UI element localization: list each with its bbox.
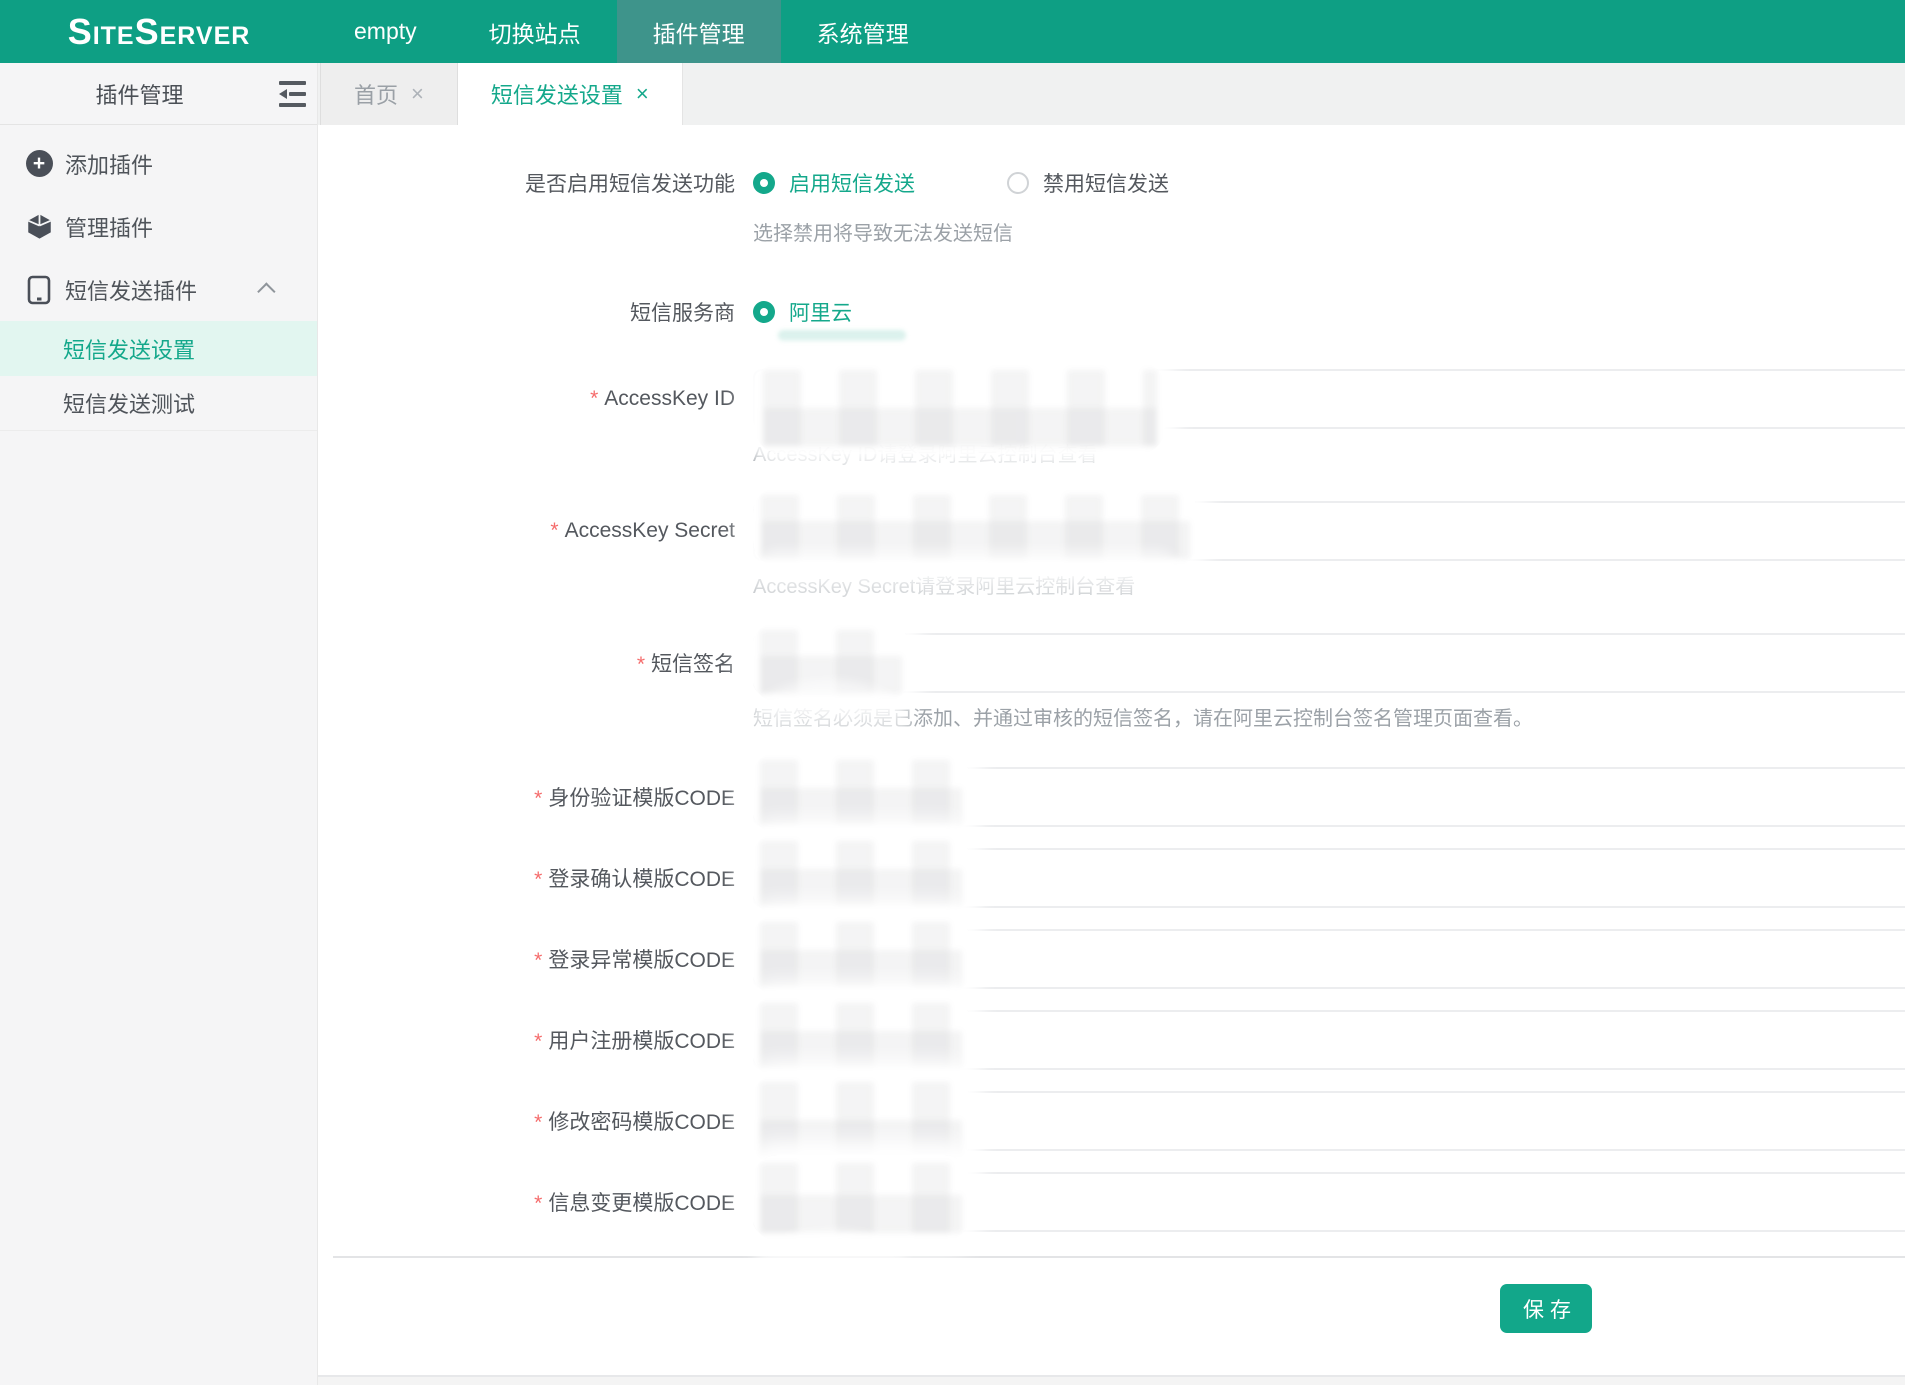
field-label: *登录确认模版CODE	[318, 863, 735, 893]
form-row-provider: 短信服务商 阿里云	[318, 282, 1905, 342]
form-row-identity-code: *身份验证模版CODE	[318, 767, 1905, 827]
redaction-blob	[752, 1155, 970, 1241]
field-label: *身份验证模版CODE	[318, 782, 735, 812]
sms-signature-input[interactable]	[753, 633, 1905, 693]
required-marker: *	[534, 1111, 542, 1134]
field-label: *AccessKey Secret	[318, 519, 735, 543]
sidebar-item-manage-plugin[interactable]: 管理插件	[0, 195, 317, 258]
tab-label: 短信发送设置	[491, 78, 623, 110]
field-label: 是否启用短信发送功能	[318, 168, 735, 198]
radio-label: 阿里云	[789, 297, 852, 327]
redaction-blob	[752, 995, 970, 1077]
radio-enable-sms[interactable]: 启用短信发送	[753, 168, 915, 198]
field-label: *修改密码模版CODE	[318, 1106, 735, 1136]
redaction-blob	[757, 1238, 905, 1314]
required-marker: *	[637, 653, 645, 676]
required-marker: *	[534, 949, 542, 972]
form-row-login-abnormal-code: *登录异常模版CODE	[318, 929, 1905, 989]
nav-item-system-management[interactable]: 系统管理	[781, 0, 945, 63]
tab-label: 首页	[354, 78, 398, 110]
sidebar-menu: + 添加插件 管理插件 短信发送插件 短信发送设置	[0, 125, 317, 431]
required-marker: *	[534, 1030, 542, 1053]
siteserver-logo-text: SITESERVER	[68, 11, 251, 53]
radio-checked-icon[interactable]	[753, 301, 775, 323]
required-marker: *	[534, 868, 542, 891]
radio-checked-icon[interactable]	[753, 172, 775, 194]
collapse-bar	[279, 103, 306, 107]
field-label: *信息变更模版CODE	[318, 1187, 735, 1217]
chevron-up-icon[interactable]	[257, 282, 275, 300]
sidebar-subitem-sms-settings[interactable]: 短信发送设置	[0, 321, 317, 376]
sidebar-subitem-label: 短信发送设置	[63, 333, 195, 365]
redaction-blob	[753, 487, 1198, 567]
main-content: 是否启用短信发送功能 启用短信发送 禁用短信发送 选择禁用将导致无法发送短信 短…	[318, 125, 1905, 1385]
collapse-bar	[279, 81, 306, 85]
nav-menu: empty 切换站点 插件管理 系统管理	[318, 0, 945, 63]
cube-icon	[25, 213, 53, 240]
sidebar-item-add-plugin[interactable]: + 添加插件	[0, 132, 317, 195]
sidebar-subitem-label: 短信发送测试	[63, 387, 195, 419]
helper-text-enable: 选择禁用将导致无法发送短信	[753, 217, 1905, 246]
sidebar-collapse-icon[interactable]	[279, 81, 306, 107]
tab-home[interactable]: 首页 ×	[320, 63, 458, 125]
redaction-blob	[752, 914, 970, 996]
sidebar-header: 插件管理	[0, 63, 317, 125]
form-row-register-code: *用户注册模版CODE	[318, 1010, 1905, 1070]
required-marker: *	[534, 787, 542, 810]
tab-bar: 首页 × 短信发送设置 ×	[318, 63, 1905, 125]
field-label: *用户注册模版CODE	[318, 1025, 735, 1055]
sidebar-item-sms-plugin[interactable]: 短信发送插件	[0, 258, 317, 321]
logo[interactable]: SITESERVER	[0, 0, 318, 63]
nav-item-switch-site[interactable]: 切换站点	[453, 0, 617, 63]
field-label: 短信服务商	[318, 297, 735, 327]
sms-settings-form: 是否启用短信发送功能 启用短信发送 禁用短信发送 选择禁用将导致无法发送短信 短…	[318, 125, 1905, 1333]
sidebar-subitem-sms-test[interactable]: 短信发送测试	[0, 376, 317, 431]
radio-label: 启用短信发送	[789, 168, 915, 198]
field-label: *登录异常模版CODE	[318, 944, 735, 974]
form-row-login-confirm-code: *登录确认模版CODE	[318, 848, 1905, 908]
close-icon[interactable]: ×	[411, 83, 424, 105]
plus-circle-icon: +	[25, 150, 53, 177]
sidebar-item-label: 管理插件	[65, 211, 153, 243]
required-marker: *	[590, 387, 598, 410]
sidebar: 插件管理 + 添加插件 管理插件	[0, 63, 318, 1385]
form-row-change-password-code: *修改密码模版CODE	[318, 1091, 1905, 1151]
collapse-bar	[279, 89, 306, 99]
required-marker: *	[550, 519, 558, 542]
form-divider	[333, 1256, 1905, 1258]
nav-item-plugin-management[interactable]: 插件管理	[617, 0, 781, 63]
sidebar-item-label: 短信发送插件	[65, 274, 197, 306]
save-button[interactable]: 保存	[1500, 1284, 1592, 1333]
top-navbar: SITESERVER empty 切换站点 插件管理 系统管理	[0, 0, 1905, 63]
redaction-blob	[752, 1074, 970, 1166]
radio-label: 禁用短信发送	[1043, 168, 1169, 198]
phone-icon	[25, 275, 53, 305]
sidebar-item-label: 添加插件	[65, 148, 153, 180]
aliyun-highlight-smear	[778, 330, 906, 341]
save-row: 保存	[318, 1284, 1905, 1333]
close-icon[interactable]: ×	[636, 83, 649, 105]
redaction-blob	[755, 362, 1165, 454]
redaction-blob	[752, 833, 970, 915]
helper-text-signature: 短信签名必须是已添加、并通过审核的短信签名，请在阿里云控制台签名管理页面查看。	[753, 702, 1905, 731]
field-label: *AccessKey ID	[318, 387, 735, 411]
field-label: *短信签名	[318, 648, 735, 678]
redaction-blob	[755, 557, 1180, 609]
sidebar-title: 插件管理	[0, 78, 279, 110]
content-bottom-strip	[318, 1377, 1905, 1385]
radio-disable-sms[interactable]: 禁用短信发送	[1007, 168, 1169, 198]
form-row-info-change-code: *信息变更模版CODE	[318, 1172, 1905, 1232]
form-row-enable: 是否启用短信发送功能 启用短信发送 禁用短信发送	[318, 153, 1905, 213]
required-marker: *	[534, 1192, 542, 1215]
radio-aliyun[interactable]: 阿里云	[753, 297, 852, 327]
tab-sms-settings[interactable]: 短信发送设置 ×	[458, 63, 683, 125]
redaction-blob	[752, 752, 970, 834]
form-row-signature: *短信签名	[318, 633, 1905, 693]
radio-unchecked-icon[interactable]	[1007, 172, 1029, 194]
nav-item-empty[interactable]: empty	[318, 0, 453, 63]
